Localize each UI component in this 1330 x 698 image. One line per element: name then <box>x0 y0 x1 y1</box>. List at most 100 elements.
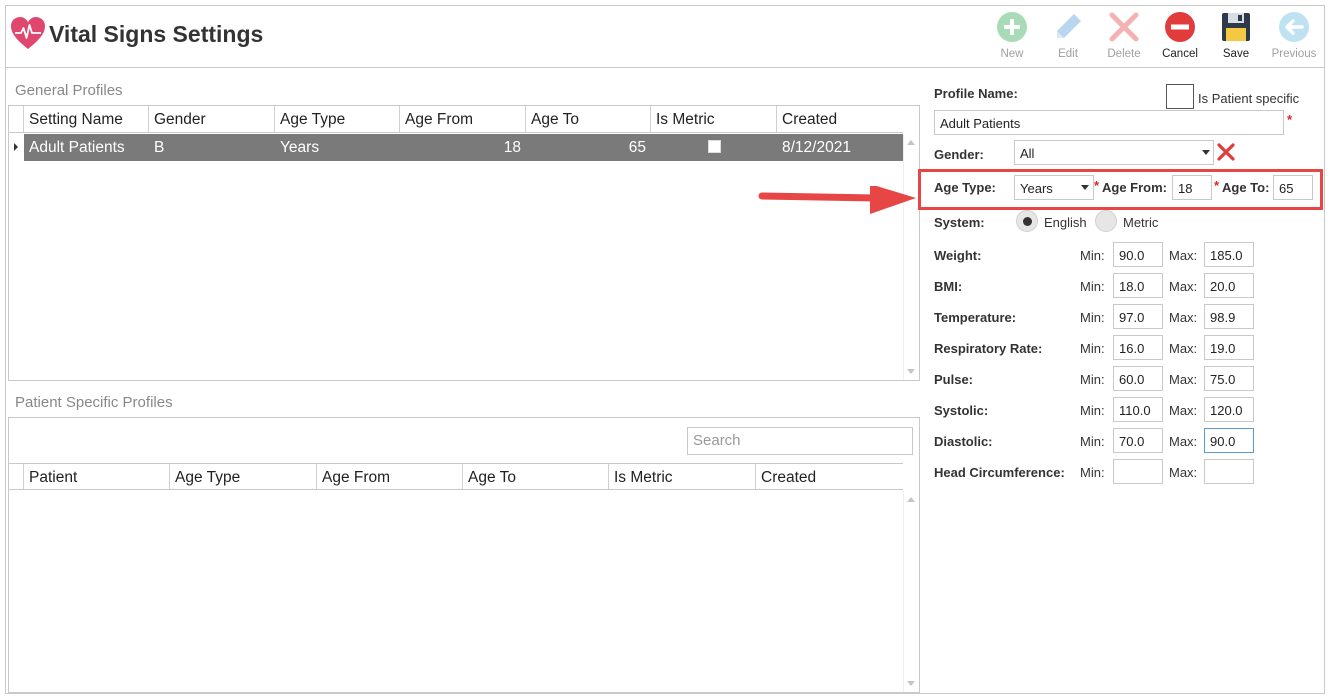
search-input[interactable]: Search <box>687 427 913 455</box>
max-label: Max: <box>1169 465 1198 480</box>
bmi-min-input[interactable]: 18.0 <box>1113 273 1163 298</box>
system-english-radio[interactable] <box>1016 210 1038 232</box>
max-label: Max: <box>1169 248 1198 263</box>
gender-label: Gender: <box>934 147 984 162</box>
temperature-min-input[interactable]: 97.0 <box>1113 304 1163 329</box>
required-mark: * <box>1287 112 1293 127</box>
chevron-down-icon[interactable] <box>1081 185 1089 190</box>
min-label: Min: <box>1080 279 1105 294</box>
cell-gender: B <box>154 139 165 156</box>
edit-button[interactable]: Edit <box>1040 10 1096 66</box>
respiratory-rate-min-input[interactable]: 16.0 <box>1113 335 1163 360</box>
is-metric-checkbox[interactable] <box>708 140 721 153</box>
profile-name-input[interactable]: Adult Patients <box>934 110 1284 135</box>
col-age-type[interactable]: Age Type <box>275 106 400 132</box>
systolic-max-input[interactable]: 120.0 <box>1204 397 1254 422</box>
max-label: Max: <box>1169 434 1198 449</box>
gender-select[interactable]: All <box>1014 140 1214 165</box>
vital-label: Temperature: <box>934 310 1017 325</box>
page-title: Vital Signs Settings <box>49 21 264 47</box>
systolic-min-input[interactable]: 110.0 <box>1113 397 1163 422</box>
col-age-from[interactable]: Age From <box>317 464 463 489</box>
selected-row-cells: Adult Patients B Years 18 65 8/12/2021 <box>24 134 903 161</box>
current-row-arrow-icon <box>14 143 18 151</box>
profile-name-label: Profile Name: <box>934 86 1018 101</box>
col-created[interactable]: Created <box>777 106 903 132</box>
age-to-label: Age To: <box>1222 180 1270 195</box>
weight-max-input[interactable]: 185.0 <box>1204 242 1254 267</box>
diastolic-min-input[interactable]: 70.0 <box>1113 428 1163 453</box>
col-is-metric[interactable]: Is Metric <box>609 464 756 489</box>
min-label: Min: <box>1080 310 1105 325</box>
col-age-from[interactable]: Age From <box>400 106 526 132</box>
max-label: Max: <box>1169 341 1198 356</box>
col-age-to[interactable]: Age To <box>526 106 651 132</box>
vital-signs-window: Vital Signs Settings New Edit Delete Can… <box>5 5 1325 694</box>
cell-created: 8/12/2021 <box>782 139 851 156</box>
scroll-up-icon[interactable] <box>907 140 915 145</box>
system-english-label: English <box>1044 215 1087 230</box>
vital-label: Systolic: <box>934 403 989 418</box>
system-label: System: <box>934 215 985 230</box>
cancel-button[interactable]: Cancel <box>1152 10 1208 66</box>
new-label: New <box>1000 48 1024 60</box>
col-created[interactable]: Created <box>756 464 903 489</box>
vertical-scrollbar[interactable] <box>903 134 919 380</box>
col-age-to[interactable]: Age To <box>463 464 609 489</box>
previous-button[interactable]: Previous <box>1264 10 1324 66</box>
delete-button[interactable]: Delete <box>1096 10 1152 66</box>
max-label: Max: <box>1169 372 1198 387</box>
min-label: Min: <box>1080 465 1105 480</box>
system-metric-label: Metric <box>1123 215 1159 230</box>
cancel-label: Cancel <box>1162 48 1198 60</box>
bmi-max-input[interactable]: 20.0 <box>1204 273 1254 298</box>
is-patient-specific-checkbox[interactable] <box>1166 84 1194 109</box>
cell-age-to: 65 <box>628 139 646 156</box>
new-button[interactable]: New <box>984 10 1040 66</box>
min-label: Min: <box>1080 341 1105 356</box>
grid-header: Setting Name Gender Age Type Age From Ag… <box>9 106 903 133</box>
callout-arrow-icon <box>758 186 916 214</box>
respiratory-rate-max-input[interactable]: 19.0 <box>1204 335 1254 360</box>
age-from-input[interactable]: 18 <box>1172 175 1212 200</box>
edit-label: Edit <box>1058 48 1078 60</box>
required-mark: * <box>1094 178 1100 193</box>
save-button[interactable]: Save <box>1208 10 1264 66</box>
diastolic-max-input[interactable]: 90.0 <box>1204 428 1254 453</box>
scroll-up-icon[interactable] <box>907 497 915 502</box>
scroll-down-icon[interactable] <box>907 681 915 686</box>
col-gender[interactable]: Gender <box>149 106 275 132</box>
cell-setting-name: Adult Patients <box>29 139 125 156</box>
required-mark: * <box>1214 178 1220 193</box>
pencil-icon <box>1051 10 1085 44</box>
col-setting-name[interactable]: Setting Name <box>24 106 149 132</box>
pulse-min-input[interactable]: 60.0 <box>1113 366 1163 391</box>
col-age-type[interactable]: Age Type <box>170 464 317 489</box>
age-from-label: Age From: <box>1102 180 1167 195</box>
temperature-max-input[interactable]: 98.9 <box>1204 304 1254 329</box>
min-label: Min: <box>1080 248 1105 263</box>
col-is-metric[interactable]: Is Metric <box>651 106 777 132</box>
weight-min-input[interactable]: 90.0 <box>1113 242 1163 267</box>
cancel-icon <box>1163 10 1197 44</box>
patient-profiles-grid: Search Patient Age Type Age From Age To … <box>8 417 920 693</box>
scroll-down-icon[interactable] <box>907 369 915 374</box>
toolbar: New Edit Delete Cancel Save Previous <box>984 10 1324 66</box>
max-label: Max: <box>1169 403 1198 418</box>
cell-age-type: Years <box>280 139 320 156</box>
system-metric-radio[interactable] <box>1095 210 1117 232</box>
col-patient[interactable]: Patient <box>24 464 170 489</box>
table-row[interactable]: Adult Patients B Years 18 65 8/12/2021 <box>9 134 903 161</box>
head-circumference-min-input[interactable] <box>1113 459 1163 484</box>
age-to-input[interactable]: 65 <box>1273 175 1313 200</box>
cell-age-from: 18 <box>503 139 521 156</box>
is-patient-specific-label: Is Patient specific <box>1198 91 1300 106</box>
vital-label: Respiratory Rate: <box>934 341 1043 356</box>
clear-gender-icon[interactable] <box>1216 142 1236 162</box>
chevron-down-icon[interactable] <box>1202 150 1210 155</box>
vertical-scrollbar[interactable] <box>903 491 919 692</box>
pulse-max-input[interactable]: 75.0 <box>1204 366 1254 391</box>
patient-grid-header: Patient Age Type Age From Age To Is Metr… <box>9 463 903 490</box>
head-circumference-max-input[interactable] <box>1204 459 1254 484</box>
vital-label: Weight: <box>934 248 982 263</box>
